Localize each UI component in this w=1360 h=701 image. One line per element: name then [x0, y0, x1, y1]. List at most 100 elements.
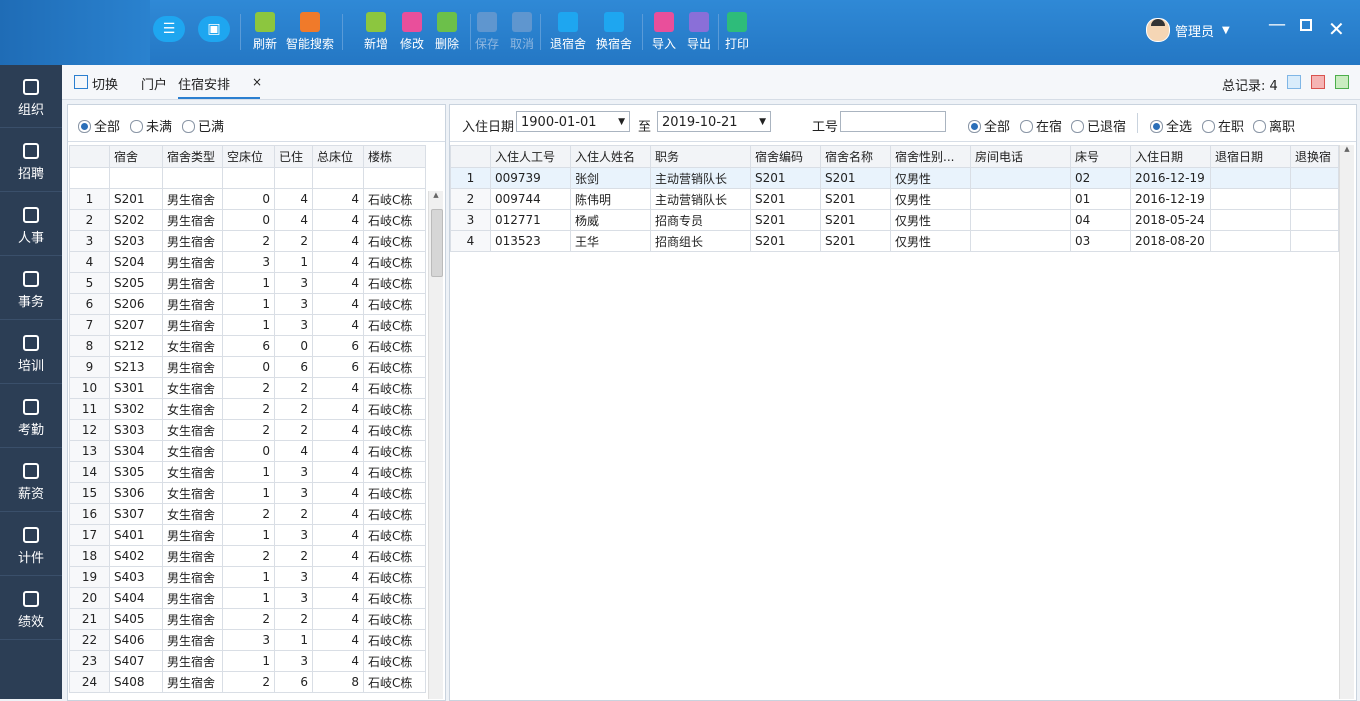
toolbar-button-11[interactable]: 导出: [680, 12, 718, 52]
sidebar-item-1[interactable]: 组织: [0, 65, 62, 128]
sidebar-item-5[interactable]: 培训: [0, 321, 62, 384]
toolbar-button-1[interactable]: 刷新: [246, 12, 284, 52]
table-row[interactable]: 21 S405 男生宿舍 2 2 4 石岐C栋: [69, 608, 426, 630]
status-all-radio[interactable]: 全部: [968, 116, 1010, 135]
filter-cell[interactable]: [312, 167, 364, 189]
table-row[interactable]: 9 S213 男生宿舍 0 6 6 石岐C栋: [69, 356, 426, 378]
folder-button[interactable]: ▣: [198, 16, 230, 42]
filter-cell[interactable]: [162, 167, 223, 189]
table-row[interactable]: 2 S202 男生宿舍 0 4 4 石岐C栋: [69, 209, 426, 231]
table-row[interactable]: 7 S207 男生宿舍 1 3 4 石岐C栋: [69, 314, 426, 336]
sidebar-item-8[interactable]: 计件: [0, 513, 62, 576]
column-header[interactable]: 宿舍编码: [750, 145, 821, 168]
toolbar-button-5[interactable]: 删除: [428, 12, 466, 52]
close-icon[interactable]: ✕: [1328, 17, 1345, 41]
table-row[interactable]: 12 S303 女生宿舍 2 2 4 石岐C栋: [69, 419, 426, 441]
table-row[interactable]: 24 S408 男生宿舍 2 6 8 石岐C栋: [69, 671, 426, 693]
table-row[interactable]: 15 S306 女生宿舍 1 3 4 石岐C栋: [69, 482, 426, 504]
sidebar-item-6[interactable]: 考勤: [0, 385, 62, 448]
status-checked-out-radio[interactable]: 已退宿: [1071, 116, 1126, 135]
left-scrollbar[interactable]: ▲: [428, 191, 443, 699]
table-row[interactable]: 10 S301 女生宿舍 2 2 4 石岐C栋: [69, 377, 426, 399]
table-row[interactable]: 5 S205 男生宿舍 1 3 4 石岐C栋: [69, 272, 426, 294]
table-row[interactable]: 16 S307 女生宿舍 2 2 4 石岐C栋: [69, 503, 426, 525]
column-header[interactable]: 退宿日期: [1210, 145, 1291, 168]
column-header[interactable]: 宿舍: [109, 145, 163, 168]
date-from-input[interactable]: 1900-01-01 ▼: [516, 111, 630, 132]
maximize-icon[interactable]: [1300, 19, 1312, 31]
filter-cell[interactable]: [222, 167, 275, 189]
table-row[interactable]: 23 S407 男生宿舍 1 3 4 石岐C栋: [69, 650, 426, 672]
column-header[interactable]: 职务: [650, 145, 751, 168]
table-row[interactable]: 19 S403 男生宿舍 1 3 4 石岐C栋: [69, 566, 426, 588]
table-row[interactable]: 6 S206 男生宿舍 1 3 4 石岐C栋: [69, 293, 426, 315]
chevron-down-icon[interactable]: ▼: [618, 112, 625, 133]
employee-id-input[interactable]: [840, 111, 946, 132]
scroll-up-icon[interactable]: ▲: [1340, 145, 1354, 153]
user-menu[interactable]: 管理员 ▼: [1146, 18, 1230, 42]
column-header[interactable]: 入住日期: [1130, 145, 1211, 168]
scroll-up-icon[interactable]: ▲: [429, 191, 443, 199]
table-row[interactable]: 8 S212 女生宿舍 6 0 6 石岐C栋: [69, 335, 426, 357]
menu-list-button[interactable]: ☰: [153, 16, 185, 42]
filter-full-radio[interactable]: 已满: [182, 116, 224, 135]
column-header[interactable]: 已住: [274, 145, 313, 168]
table-row[interactable]: 18 S402 男生宿舍 2 2 4 石岐C栋: [69, 545, 426, 567]
table-row[interactable]: 4 013523 王华 招商组长 S201 S201 仅男性 03 2018-08-20: [450, 230, 1339, 252]
right-scrollbar[interactable]: ▲: [1339, 145, 1354, 699]
table-row[interactable]: 22 S406 男生宿舍 3 1 4 石岐C栋: [69, 629, 426, 651]
scroll-thumb[interactable]: [431, 209, 443, 277]
table-row[interactable]: 11 S302 女生宿舍 2 2 4 石岐C栋: [69, 398, 426, 420]
filter-not-full-radio[interactable]: 未满: [130, 116, 172, 135]
column-header[interactable]: 宿舍名称: [820, 145, 891, 168]
tab-close-icon[interactable]: ×: [252, 75, 262, 89]
tab-portal[interactable]: 门户: [141, 74, 167, 93]
table-row[interactable]: 3 S203 男生宿舍 2 2 4 石岐C栋: [69, 230, 426, 252]
remove-icon[interactable]: [1311, 75, 1325, 89]
column-header[interactable]: 楼栋: [363, 145, 426, 168]
sidebar-item-3[interactable]: 人事: [0, 193, 62, 256]
table-row[interactable]: 17 S401 男生宿舍 1 3 4 石岐C栋: [69, 524, 426, 546]
tab-dormitory[interactable]: 住宿安排: [178, 74, 261, 99]
column-header[interactable]: 退换宿: [1290, 145, 1339, 168]
table-row[interactable]: 14 S305 女生宿舍 1 3 4 石岐C栋: [69, 461, 426, 483]
toolbar-button-8[interactable]: 退宿舍: [548, 12, 588, 52]
sidebar-item-9[interactable]: 绩效: [0, 577, 62, 640]
filter-cell[interactable]: [109, 167, 163, 189]
tab-switch[interactable]: 切换: [92, 74, 118, 93]
column-header[interactable]: 入住人姓名: [570, 145, 651, 168]
column-header[interactable]: 空床位: [222, 145, 275, 168]
column-header[interactable]: 宿舍性别...: [890, 145, 971, 168]
toolbar-button-2[interactable]: 智能搜索: [284, 12, 336, 52]
table-row[interactable]: 1 009739 张剑 主动营销队长 S201 S201 仅男性 02 2016-12-19: [450, 167, 1339, 189]
toolbar-button-12[interactable]: 打印: [718, 12, 756, 52]
column-header[interactable]: 总床位: [312, 145, 364, 168]
table-row[interactable]: 4 S204 男生宿舍 3 1 4 石岐C栋: [69, 251, 426, 273]
date-to-input[interactable]: 2019-10-21 ▼: [657, 111, 771, 132]
table-row[interactable]: 1 S201 男生宿舍 0 4 4 石岐C栋: [69, 188, 426, 210]
toolbar-button-3[interactable]: 新增: [357, 12, 395, 52]
employment-active-radio[interactable]: 在职: [1202, 116, 1244, 135]
column-header[interactable]: 床号: [1070, 145, 1131, 168]
table-row[interactable]: 13 S304 女生宿舍 0 4 4 石岐C栋: [69, 440, 426, 462]
filter-all-radio[interactable]: 全部: [78, 116, 120, 135]
chevron-down-icon[interactable]: ▼: [759, 112, 766, 133]
employment-left-radio[interactable]: 离职: [1253, 116, 1295, 135]
minimize-icon[interactable]: —: [1268, 14, 1286, 35]
status-staying-radio[interactable]: 在宿: [1020, 116, 1062, 135]
filter-cell[interactable]: [274, 167, 313, 189]
toolbar-button-4[interactable]: 修改: [393, 12, 431, 52]
filter-cell[interactable]: [363, 167, 426, 189]
settings-icon[interactable]: [1287, 75, 1301, 89]
table-row[interactable]: 3 012771 杨威 招商专员 S201 S201 仅男性 04 2018-05-24: [450, 209, 1339, 231]
employment-all-radio[interactable]: 全选: [1150, 116, 1192, 135]
toolbar-button-9[interactable]: 换宿舍: [594, 12, 634, 52]
sidebar-item-4[interactable]: 事务: [0, 257, 62, 320]
table-row[interactable]: 2 009744 陈伟明 主动营销队长 S201 S201 仅男性 01 2016-12-19: [450, 188, 1339, 210]
table-row[interactable]: 20 S404 男生宿舍 1 3 4 石岐C栋: [69, 587, 426, 609]
sidebar-item-2[interactable]: 招聘: [0, 129, 62, 192]
toolbar-button-10[interactable]: 导入: [645, 12, 683, 52]
sidebar-item-7[interactable]: 薪资: [0, 449, 62, 512]
column-header[interactable]: 宿舍类型: [162, 145, 223, 168]
column-header[interactable]: 房间电话: [970, 145, 1071, 168]
